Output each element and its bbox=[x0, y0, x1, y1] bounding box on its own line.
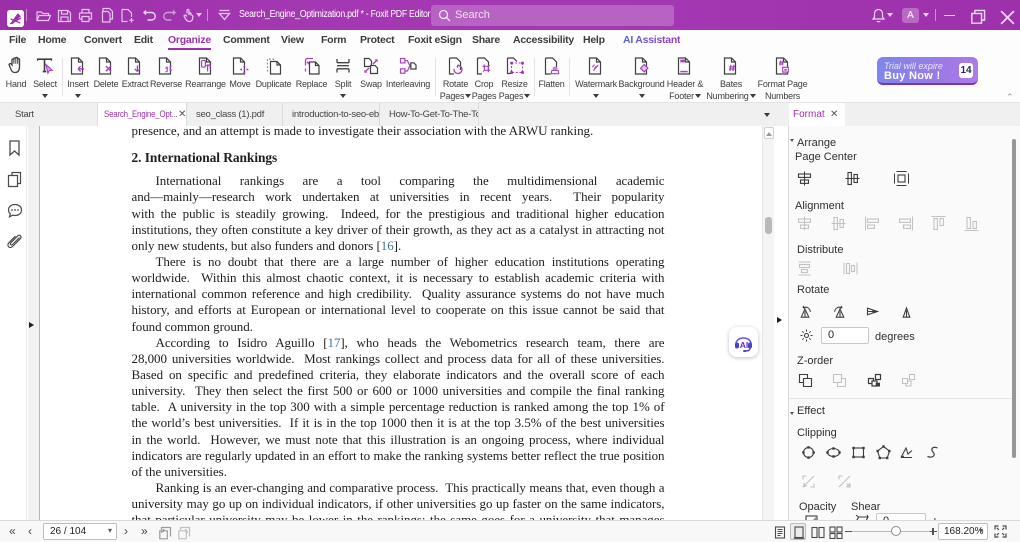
svg-text:AI: AI bbox=[740, 340, 749, 350]
